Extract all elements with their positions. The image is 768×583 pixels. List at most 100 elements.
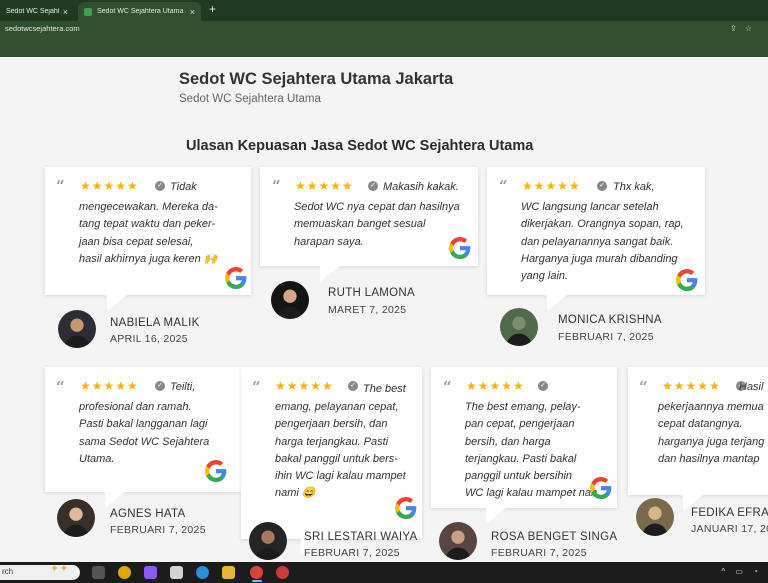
review-card: “ ★★★★★ ✓ The best emang, pelayanan cepat, pe… [241, 367, 422, 555]
address-bar[interactable]: sedotwcsejahtera.com ⇪☆ [0, 21, 768, 38]
google-logo-icon [395, 497, 417, 519]
review-text-line: bakal panggil untuk bers- [275, 452, 398, 465]
reviewer-avatar [636, 498, 674, 536]
task-view-icon[interactable] [92, 566, 105, 579]
review-text-line: WC lagi kalau mampet nan [465, 487, 598, 500]
verified-check-icon: ✓ [155, 381, 165, 391]
chrome-active-icon[interactable] [250, 566, 263, 579]
review-date: FEBRUARI 7, 2025 [491, 547, 587, 559]
address-bar-icons[interactable]: ⇪☆ [730, 24, 760, 33]
review-text-line: hasil akhirnya juga keren 🙌 [79, 252, 218, 265]
reviewer-name: AGNES HATA [110, 508, 186, 520]
bubble-tail [486, 508, 506, 524]
tab-title: Sedot WC Sejahtera Utama Jakar [97, 8, 186, 15]
review-text-line: dikerjakan. Orangnya sopan, rap, [521, 218, 684, 231]
review-text: The best emang, pelay-pan cepat, pengerj… [465, 399, 597, 503]
quote-icon: “ [499, 177, 508, 195]
reviewer-avatar [439, 522, 477, 560]
review-first-words: The best [363, 383, 406, 395]
review-text-line: Utama. [79, 452, 115, 465]
system-tray[interactable]: ^ ▭ ◔ [721, 567, 762, 576]
reviewer-name: MONICA KRISHNA [558, 314, 662, 326]
review-text-line: ihin WC lagi kalau mampet [275, 470, 406, 483]
reviewer-name: FEDIKA EFRAN [691, 507, 768, 519]
review-date: FEBRUARI 7, 2025 [304, 547, 400, 559]
review-text-line: profesional dan ramah. [79, 401, 192, 413]
new-tab-button[interactable]: + [209, 2, 216, 16]
chrome-profile-icon[interactable] [276, 566, 289, 579]
google-logo-icon [205, 460, 227, 482]
browser-tab-bar: Sedot WC Sejahtera Utama Jakar × Sedot W… [0, 0, 768, 21]
review-first-words: Thx kak, [613, 181, 655, 193]
review-text-line: harapan saya. [294, 235, 364, 248]
google-logo-icon [449, 237, 471, 259]
install-app-icon[interactable]: ⇪ [730, 24, 745, 33]
url-text[interactable]: sedotwcsejahtera.com [5, 24, 80, 33]
star-rating-icon: ★★★★★ [80, 379, 139, 393]
review-text-line: pan cepat, pengerjaan [465, 418, 575, 431]
verified-check-icon: ✓ [155, 181, 165, 191]
browser-tab-1[interactable]: Sedot WC Sejahtera Utama Jakar × [0, 2, 74, 21]
quote-icon: “ [252, 378, 261, 396]
review-text-line: harganya juga terjang [658, 435, 765, 448]
review-text-line: bersih, dan harga [465, 435, 551, 448]
review-text: emang, pelayanan cepat, pengerjaan bersih… [275, 399, 406, 503]
review-text: Sedot WC nya cepat dan hasilnya memuaskan… [294, 199, 460, 251]
windows-taskbar: rch ✦✦ ^ ▭ ◔ [0, 562, 768, 583]
review-text: profesional dan ramah. Pasti bakal langga… [79, 399, 209, 468]
review-text-line: WC langsung lancar setelah [521, 201, 659, 213]
review-text-line: sama Sedot WC Sejahtera [79, 435, 210, 448]
close-icon[interactable]: × [63, 7, 68, 17]
file-explorer-icon[interactable] [222, 566, 235, 579]
review-text-line: The best emang, pelay- [465, 401, 581, 413]
review-text-line: Harganya juga murah dibanding [521, 252, 678, 265]
review-card: “ ★★★★★ ✓ Thx kak, WC langsung lancar setela… [487, 167, 705, 311]
bubble-tail [107, 295, 127, 311]
reviewer-name: RUTH LAMONA [328, 287, 416, 299]
quote-icon: “ [56, 177, 65, 195]
reviewer-avatar [271, 281, 309, 319]
quote-icon: “ [639, 378, 648, 396]
review-text-line: memuaskan banget sesual [294, 218, 426, 231]
close-icon[interactable]: × [190, 7, 195, 17]
verified-check-icon: ✓ [538, 381, 548, 391]
bubble-tail [105, 492, 125, 508]
bubble-tail [320, 266, 340, 282]
review-text-line: dan hasilnya mantap [658, 452, 760, 465]
chrome-icon[interactable] [118, 566, 131, 579]
google-logo-icon [590, 477, 612, 499]
reviewer-avatar [57, 499, 95, 537]
web-page: Sedot WC Sejahtera Utama Jakarta Sedot W… [0, 57, 768, 562]
review-text-line: pengerjaan bersih, dan [275, 418, 388, 431]
star-rating-icon: ★★★★★ [80, 179, 139, 193]
verified-check-icon: ✓ [348, 381, 358, 391]
review-card: “★★★★★ ✓ Hasil pekerjaannya memua cepat data… [628, 367, 768, 511]
review-text-line: terjangkau. Pasti bakal [465, 452, 577, 465]
review-text: WC langsung lancar setelah dikerjakan. Or… [521, 199, 684, 285]
verified-check-icon: ✓ [597, 181, 607, 191]
review-date: MARET 7, 2025 [328, 304, 407, 316]
review-date: JANUARI 17, 202 [691, 523, 768, 535]
quote-icon: “ [56, 378, 65, 396]
edge-icon[interactable] [196, 566, 209, 579]
review-text-line: jaan bisa cepat selesai, [79, 235, 194, 248]
reviewer-avatar [500, 308, 538, 346]
browser-tab-2-active[interactable]: Sedot WC Sejahtera Utama Jakar × [78, 2, 201, 21]
review-text-line: Sedot WC nya cepat dan hasilnya [294, 201, 460, 213]
review-card: “ ★★★★★ ✓ Makasih kakak. Sedot WC nya cepat … [260, 167, 478, 282]
site-subtitle: Sedot WC Sejahtera Utama [179, 93, 321, 105]
review-text-line: mengecewakan. Mereka da- [79, 201, 218, 213]
review-first-words: Makasih kakak. [383, 181, 459, 193]
site-title: Sedot WC Sejahtera Utama Jakarta [179, 70, 454, 88]
reviewer-avatar [249, 522, 287, 560]
reviewer-name: SRI LESTARI WAIYA [304, 531, 418, 543]
bookmarks-bar [0, 38, 768, 57]
bookmark-star-icon[interactable]: ☆ [745, 24, 760, 33]
copilot-sparkle-icon[interactable]: ✦✦ [50, 562, 68, 575]
copilot-app-icon[interactable] [144, 566, 157, 579]
review-text-line: emang, pelayanan cepat, [275, 401, 399, 413]
review-date: APRIL 16, 2025 [110, 333, 188, 345]
store-icon[interactable] [170, 566, 183, 579]
review-text: mengecewakan. Mereka da-tang tepat waktu… [79, 199, 218, 268]
google-logo-icon [676, 269, 698, 291]
